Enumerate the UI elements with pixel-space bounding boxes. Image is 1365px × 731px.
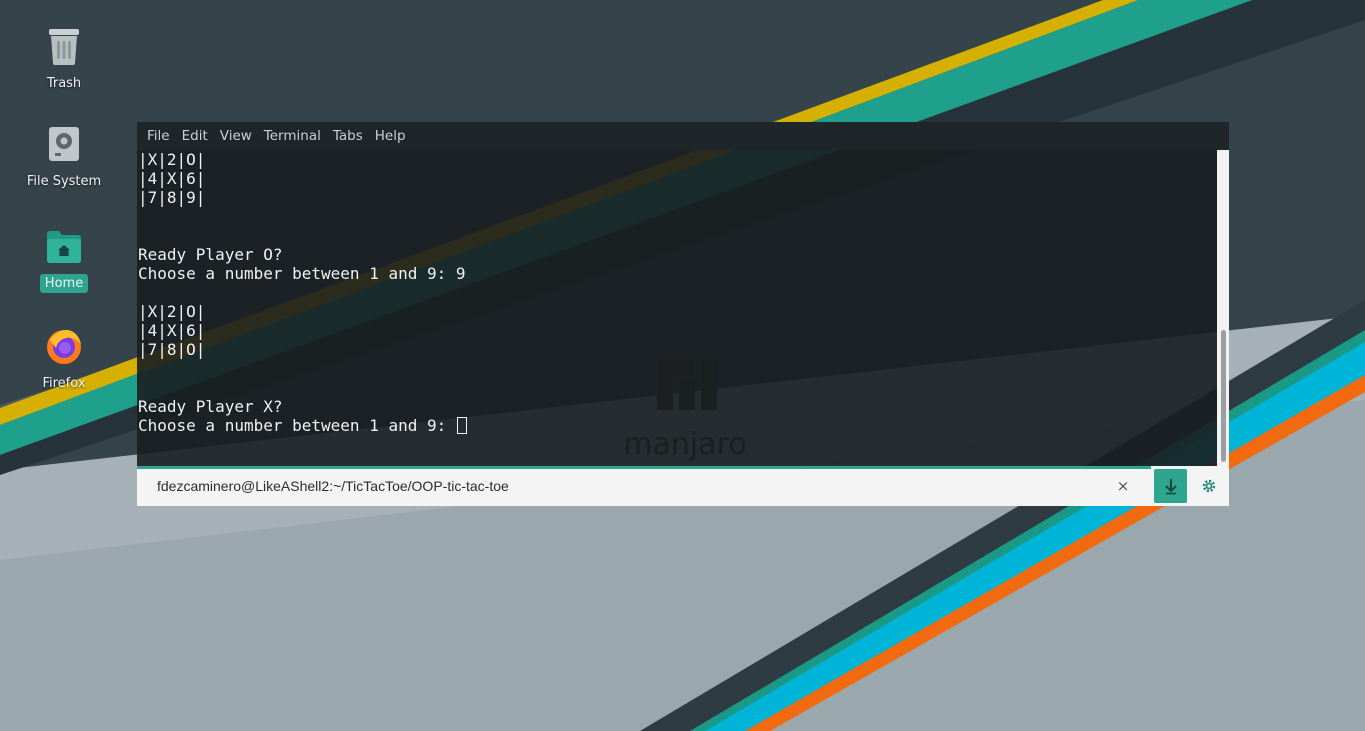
terminal-window[interactable]: File Edit View Terminal Tabs Help manjar… bbox=[137, 122, 1229, 506]
close-tab-icon[interactable]: × bbox=[1113, 476, 1133, 496]
desktop-icon-label: File System bbox=[26, 174, 102, 189]
text-cursor bbox=[456, 417, 467, 434]
scrollbar[interactable] bbox=[1217, 150, 1229, 466]
trash-icon bbox=[42, 24, 86, 68]
terminal-output-text: |X|2|O| |4|X|6| |7|8|9| Ready Player O? … bbox=[138, 150, 466, 435]
menu-file[interactable]: File bbox=[141, 128, 176, 144]
menu-tabs[interactable]: Tabs bbox=[327, 128, 369, 144]
terminal-body[interactable]: manjaro |X|2|O| |4|X|6| |7|8|9| Ready Pl… bbox=[137, 150, 1217, 466]
active-tab-indicator bbox=[137, 466, 1151, 469]
tab-title[interactable]: fdezcaminero@LikeAShell2:~/TicTacToe/OOP… bbox=[157, 478, 509, 494]
desktop-icon-trash[interactable]: Trash bbox=[16, 24, 112, 93]
desktop-icon-label: Home bbox=[39, 274, 89, 293]
menu-bar: File Edit View Terminal Tabs Help bbox=[137, 122, 1229, 150]
scrollbar-thumb[interactable] bbox=[1221, 330, 1226, 462]
menu-edit[interactable]: Edit bbox=[176, 128, 214, 144]
preferences-button[interactable] bbox=[1199, 476, 1219, 496]
firefox-icon bbox=[42, 324, 86, 368]
desktop-icon-label: Trash bbox=[46, 76, 82, 91]
desktop-icon-home[interactable]: Home bbox=[16, 224, 112, 293]
desktop-icon-label: Firefox bbox=[42, 376, 86, 391]
arrow-down-icon bbox=[1164, 479, 1177, 495]
home-folder-icon bbox=[42, 224, 86, 268]
desktop-icon-file-system[interactable]: File System bbox=[16, 122, 112, 191]
tab-bar: fdezcaminero@LikeAShell2:~/TicTacToe/OOP… bbox=[137, 466, 1229, 506]
menu-help[interactable]: Help bbox=[369, 128, 412, 144]
terminal-output: |X|2|O| |4|X|6| |7|8|9| Ready Player O? … bbox=[138, 150, 467, 435]
manjaro-logo-text: manjaro bbox=[623, 427, 746, 462]
menu-view[interactable]: View bbox=[214, 128, 258, 144]
new-tab-button[interactable] bbox=[1154, 469, 1187, 503]
desktop-icon-firefox[interactable]: Firefox bbox=[16, 324, 112, 393]
gear-icon bbox=[1202, 479, 1216, 493]
menu-terminal[interactable]: Terminal bbox=[258, 128, 327, 144]
manjaro-logo: manjaro bbox=[623, 360, 747, 462]
drive-icon bbox=[42, 122, 86, 166]
